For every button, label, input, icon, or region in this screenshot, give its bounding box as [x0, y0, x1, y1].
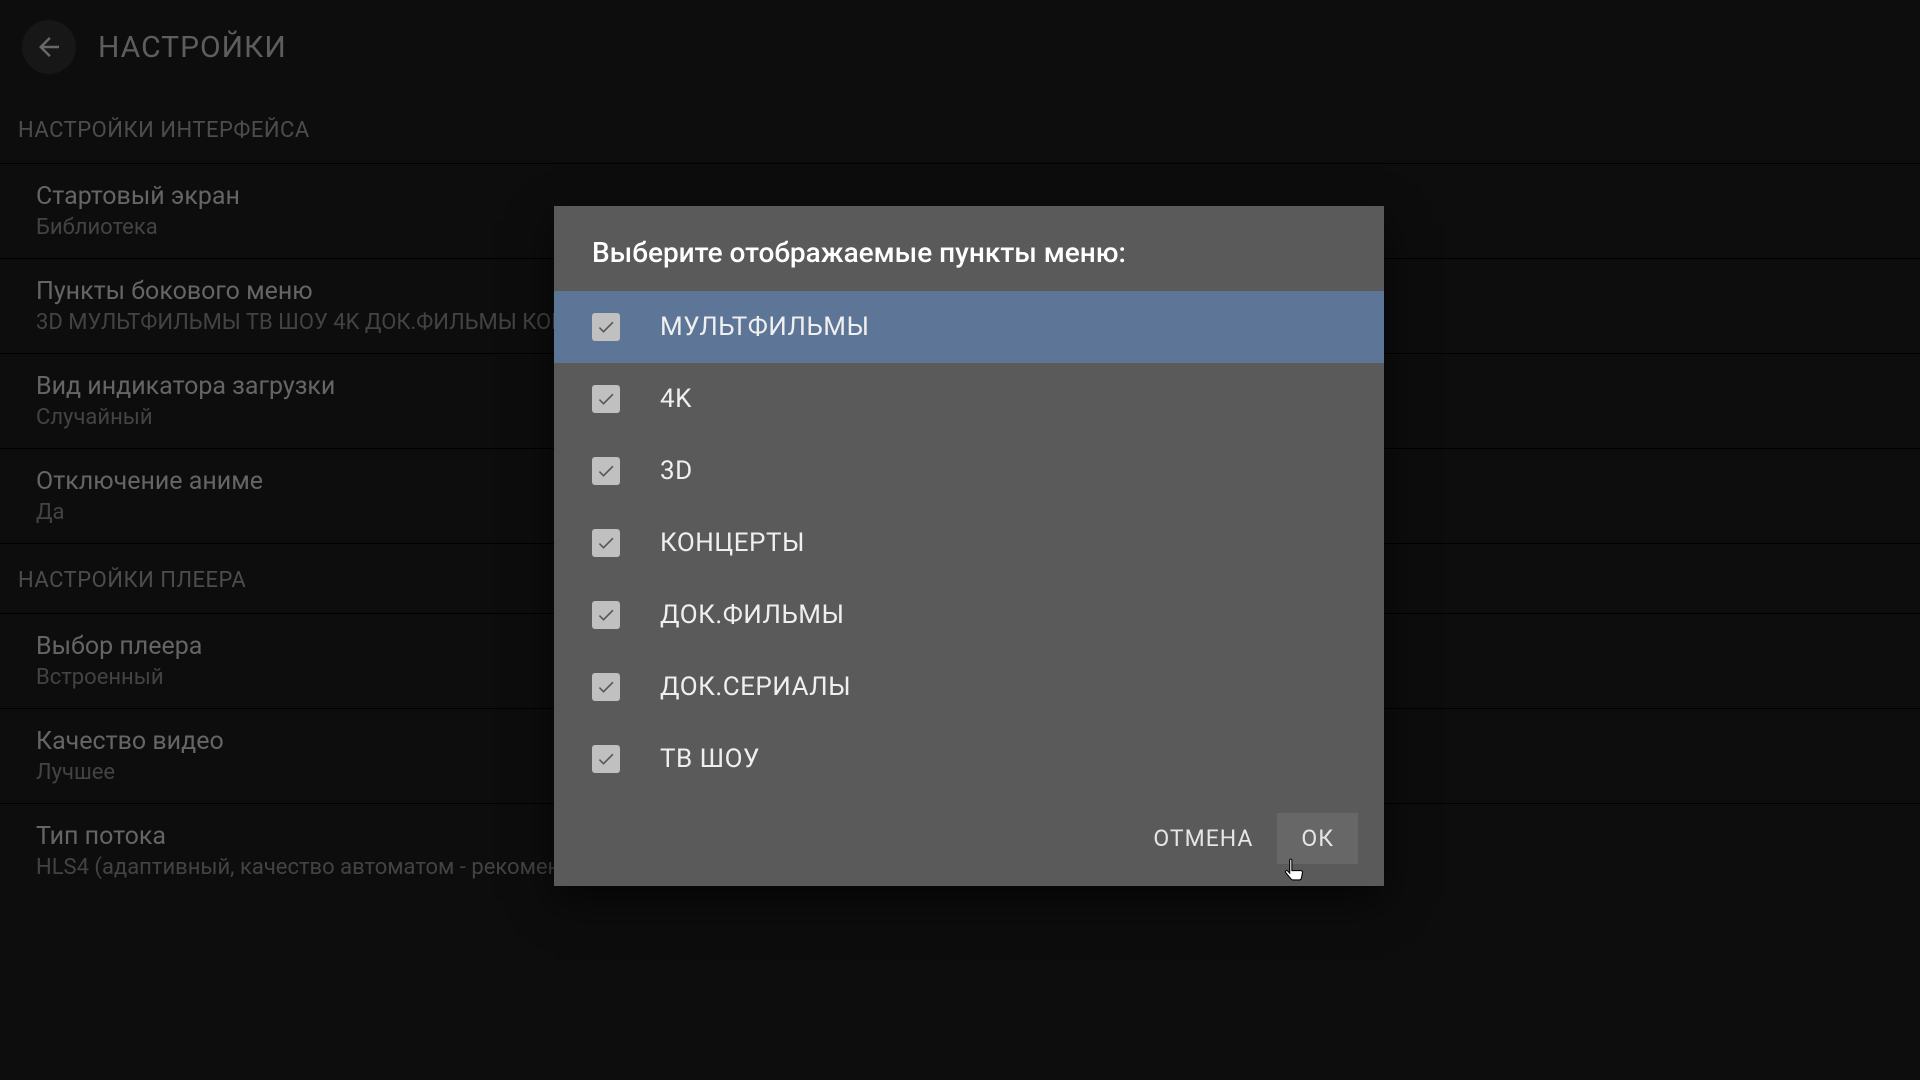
checkbox[interactable]: [592, 313, 620, 341]
dialog-option-2[interactable]: 3D: [554, 435, 1384, 507]
option-label: МУЛЬТФИЛЬМЫ: [660, 312, 869, 342]
dialog-actions: ОТМЕНА ОК: [554, 795, 1384, 886]
check-icon: [596, 749, 616, 769]
dialog-option-6[interactable]: ТВ ШОУ: [554, 723, 1384, 795]
checkbox[interactable]: [592, 601, 620, 629]
option-label: 4K: [660, 384, 692, 414]
check-icon: [596, 389, 616, 409]
checkbox[interactable]: [592, 673, 620, 701]
checkbox[interactable]: [592, 745, 620, 773]
dialog-option-4[interactable]: ДОК.ФИЛЬМЫ: [554, 579, 1384, 651]
dialog-option-5[interactable]: ДОК.СЕРИАЛЫ: [554, 651, 1384, 723]
cancel-button[interactable]: ОТМЕНА: [1129, 813, 1277, 864]
option-label: КОНЦЕРТЫ: [660, 528, 805, 558]
check-icon: [596, 533, 616, 553]
check-icon: [596, 461, 616, 481]
checkbox[interactable]: [592, 457, 620, 485]
option-label: ТВ ШОУ: [660, 744, 760, 774]
dialog-options-list: МУЛЬТФИЛЬМЫ 4K 3D КОНЦЕРТЫ ДОК.ФИЛЬМЫ ДОК.СЕР…: [554, 291, 1384, 795]
check-icon: [596, 605, 616, 625]
check-icon: [596, 317, 616, 337]
dialog-option-0[interactable]: МУЛЬТФИЛЬМЫ: [554, 291, 1384, 363]
menu-items-dialog: Выберите отображаемые пункты меню: МУЛЬТ…: [554, 206, 1384, 886]
check-icon: [596, 677, 616, 697]
dialog-title: Выберите отображаемые пункты меню:: [554, 206, 1384, 291]
dialog-option-3[interactable]: КОНЦЕРТЫ: [554, 507, 1384, 579]
option-label: ДОК.СЕРИАЛЫ: [660, 672, 851, 702]
option-label: ДОК.ФИЛЬМЫ: [660, 600, 844, 630]
checkbox[interactable]: [592, 529, 620, 557]
dialog-option-1[interactable]: 4K: [554, 363, 1384, 435]
checkbox[interactable]: [592, 385, 620, 413]
ok-button[interactable]: ОК: [1277, 813, 1358, 864]
option-label: 3D: [660, 456, 693, 486]
